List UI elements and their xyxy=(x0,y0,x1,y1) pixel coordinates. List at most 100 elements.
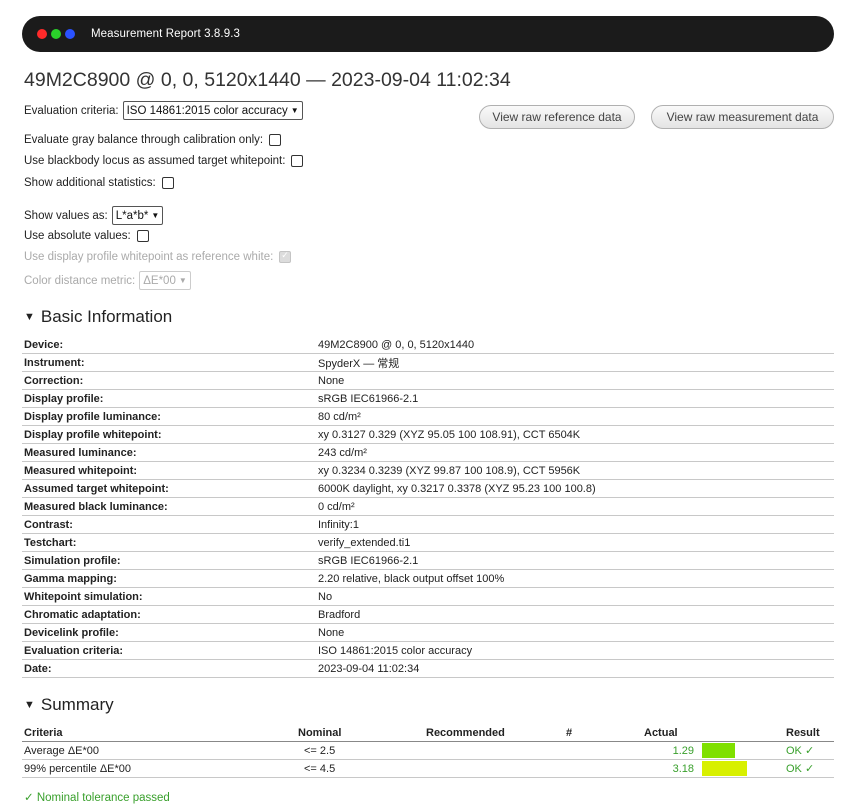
info-value: None xyxy=(316,623,834,642)
col-hash: # xyxy=(564,724,642,742)
table-row: Device: 49M2C8900 @ 0, 0, 5120x1440 xyxy=(22,336,834,354)
info-key: Device: xyxy=(22,336,316,354)
table-row: Contrast: Infinity:1 xyxy=(22,515,834,534)
table-row: Chromatic adaptation: Bradford xyxy=(22,605,834,624)
window-controls xyxy=(37,29,75,39)
info-value: 2023-09-04 11:02:34 xyxy=(316,659,834,678)
col-nominal: Nominal xyxy=(296,724,424,742)
nominal-cell: <= 4.5 xyxy=(296,759,424,778)
nominal-cell: <= 2.5 xyxy=(296,741,424,760)
blackbody-label: Use blackbody locus as assumed target wh… xyxy=(24,155,286,167)
evaluation-criteria-row: Evaluation criteria: ISO 14861:2015 colo… xyxy=(24,101,303,120)
chevron-down-icon: ▼ xyxy=(151,211,160,220)
collapse-triangle-icon: ▼ xyxy=(24,699,35,711)
col-bar xyxy=(700,724,784,742)
actual-bar xyxy=(702,761,747,776)
distance-metric-select[interactable]: ΔE*00 ▼ xyxy=(139,271,191,290)
info-key: Evaluation criteria: xyxy=(22,641,316,660)
criteria-cell: 99% percentile ΔE*00 xyxy=(22,759,296,778)
additional-stats-checkbox[interactable] xyxy=(161,177,174,189)
distance-metric-label: Color distance metric: xyxy=(24,274,136,287)
info-key: Display profile luminance: xyxy=(22,407,316,426)
gray-balance-row: Evaluate gray balance through calibratio… xyxy=(24,134,282,146)
table-row: Instrument: SpyderX — 常规 xyxy=(22,353,834,372)
distance-metric-value: ΔE*00 xyxy=(143,274,176,287)
table-row: Simulation profile: sRGB IEC61966-2.1 xyxy=(22,551,834,570)
col-criteria: Criteria xyxy=(22,724,296,742)
info-key: Assumed target whitepoint: xyxy=(22,479,316,498)
info-value: 0 cd/m² xyxy=(316,497,834,516)
show-values-select[interactable]: L*a*b* ▼ xyxy=(111,206,164,225)
chevron-down-icon: ▼ xyxy=(290,106,299,115)
info-value: 2.20 relative, black output offset 100% xyxy=(316,569,834,588)
blackbody-checkbox[interactable] xyxy=(291,155,304,167)
col-actual: Actual xyxy=(642,724,700,742)
absolute-values-checkbox[interactable] xyxy=(136,230,149,242)
close-dot-icon[interactable] xyxy=(37,29,47,39)
display-whitepoint-checkbox[interactable] xyxy=(279,250,292,263)
info-key: Date: xyxy=(22,659,316,678)
blackbody-row: Use blackbody locus as assumed target wh… xyxy=(24,155,304,167)
info-value: None xyxy=(316,371,834,390)
table-row: Measured whitepoint: xy 0.3234 0.3239 (XY… xyxy=(22,461,834,480)
basic-info-header[interactable]: ▼ Basic Information xyxy=(24,307,172,327)
info-value: Bradford xyxy=(316,605,834,624)
window-titlebar: Measurement Report 3.8.9.3 xyxy=(22,16,834,52)
table-row: 99% percentile ΔE*00 <= 4.5 3.18 OK ✓ xyxy=(22,759,834,778)
display-whitepoint-label: Use display profile whitepoint as refere… xyxy=(24,251,274,263)
maximize-dot-icon[interactable] xyxy=(65,29,75,39)
actual-cell: 3.18 xyxy=(642,759,700,778)
info-value: 80 cd/m² xyxy=(316,407,834,426)
hash-cell xyxy=(564,759,642,778)
evaluation-criteria-label: Evaluation criteria: xyxy=(24,104,119,117)
info-key: Whitepoint simulation: xyxy=(22,587,316,606)
table-row: Whitepoint simulation: No xyxy=(22,587,834,606)
info-value: No xyxy=(316,587,834,606)
actual-bar-cell xyxy=(700,759,784,778)
info-key: Gamma mapping: xyxy=(22,569,316,588)
result-cell: OK ✓ xyxy=(784,759,834,778)
gray-balance-checkbox[interactable] xyxy=(269,134,282,146)
table-row: Testchart: verify_extended.ti1 xyxy=(22,533,834,552)
info-key: Measured luminance: xyxy=(22,443,316,462)
view-raw-measurement-button[interactable]: View raw measurement data xyxy=(651,105,834,129)
absolute-values-label: Use absolute values: xyxy=(24,230,131,242)
basic-info-title: Basic Information xyxy=(40,307,173,326)
recommended-cell xyxy=(424,759,564,778)
info-value: xy 0.3127 0.329 (XYZ 95.05 100 108.91), … xyxy=(316,425,834,444)
chevron-down-icon: ▼ xyxy=(178,276,187,285)
info-value: SpyderX — 常规 xyxy=(316,353,834,372)
minimize-dot-icon[interactable] xyxy=(51,29,61,39)
table-row: Display profile whitepoint: xy 0.3127 0.3… xyxy=(22,425,834,444)
info-key: Measured whitepoint: xyxy=(22,461,316,480)
table-row: Display profile: sRGB IEC61966-2.1 xyxy=(22,389,834,408)
info-value: sRGB IEC61966-2.1 xyxy=(316,551,834,570)
additional-stats-row: Show additional statistics: xyxy=(24,177,174,189)
tolerance-passed-message: ✓ Nominal tolerance passed xyxy=(24,792,170,804)
actual-bar-cell xyxy=(700,741,784,760)
view-raw-reference-button[interactable]: View raw reference data xyxy=(479,105,635,129)
info-value: verify_extended.ti1 xyxy=(316,533,834,552)
info-value: ISO 14861:2015 color accuracy xyxy=(316,641,834,660)
collapse-triangle-icon: ▼ xyxy=(24,311,35,323)
info-value: 243 cd/m² xyxy=(316,443,834,462)
table-row: Display profile luminance: 80 cd/m² xyxy=(22,407,834,426)
info-key: Contrast: xyxy=(22,515,316,534)
actual-cell: 1.29 xyxy=(642,741,700,760)
basic-info-table: Device: 49M2C8900 @ 0, 0, 5120x1440 Instru… xyxy=(22,336,834,678)
info-key: Display profile whitepoint: xyxy=(22,425,316,444)
info-key: Display profile: xyxy=(22,389,316,408)
gray-balance-label: Evaluate gray balance through calibratio… xyxy=(24,134,264,146)
criteria-cell: Average ΔE*00 xyxy=(22,741,296,760)
info-value: Infinity:1 xyxy=(316,515,834,534)
table-row: Date: 2023-09-04 11:02:34 xyxy=(22,659,834,678)
info-key: Chromatic adaptation: xyxy=(22,605,316,624)
display-whitepoint-row: Use display profile whitepoint as refere… xyxy=(24,250,292,263)
recommended-cell xyxy=(424,741,564,760)
col-result: Result xyxy=(784,724,834,742)
info-key: Instrument: xyxy=(22,353,316,372)
info-value: xy 0.3234 0.3239 (XYZ 99.87 100 108.9), … xyxy=(316,461,834,480)
summary-title: Summary xyxy=(40,695,114,714)
summary-header[interactable]: ▼ Summary xyxy=(24,695,114,715)
evaluation-criteria-select[interactable]: ISO 14861:2015 color accuracy ▼ xyxy=(122,101,303,120)
